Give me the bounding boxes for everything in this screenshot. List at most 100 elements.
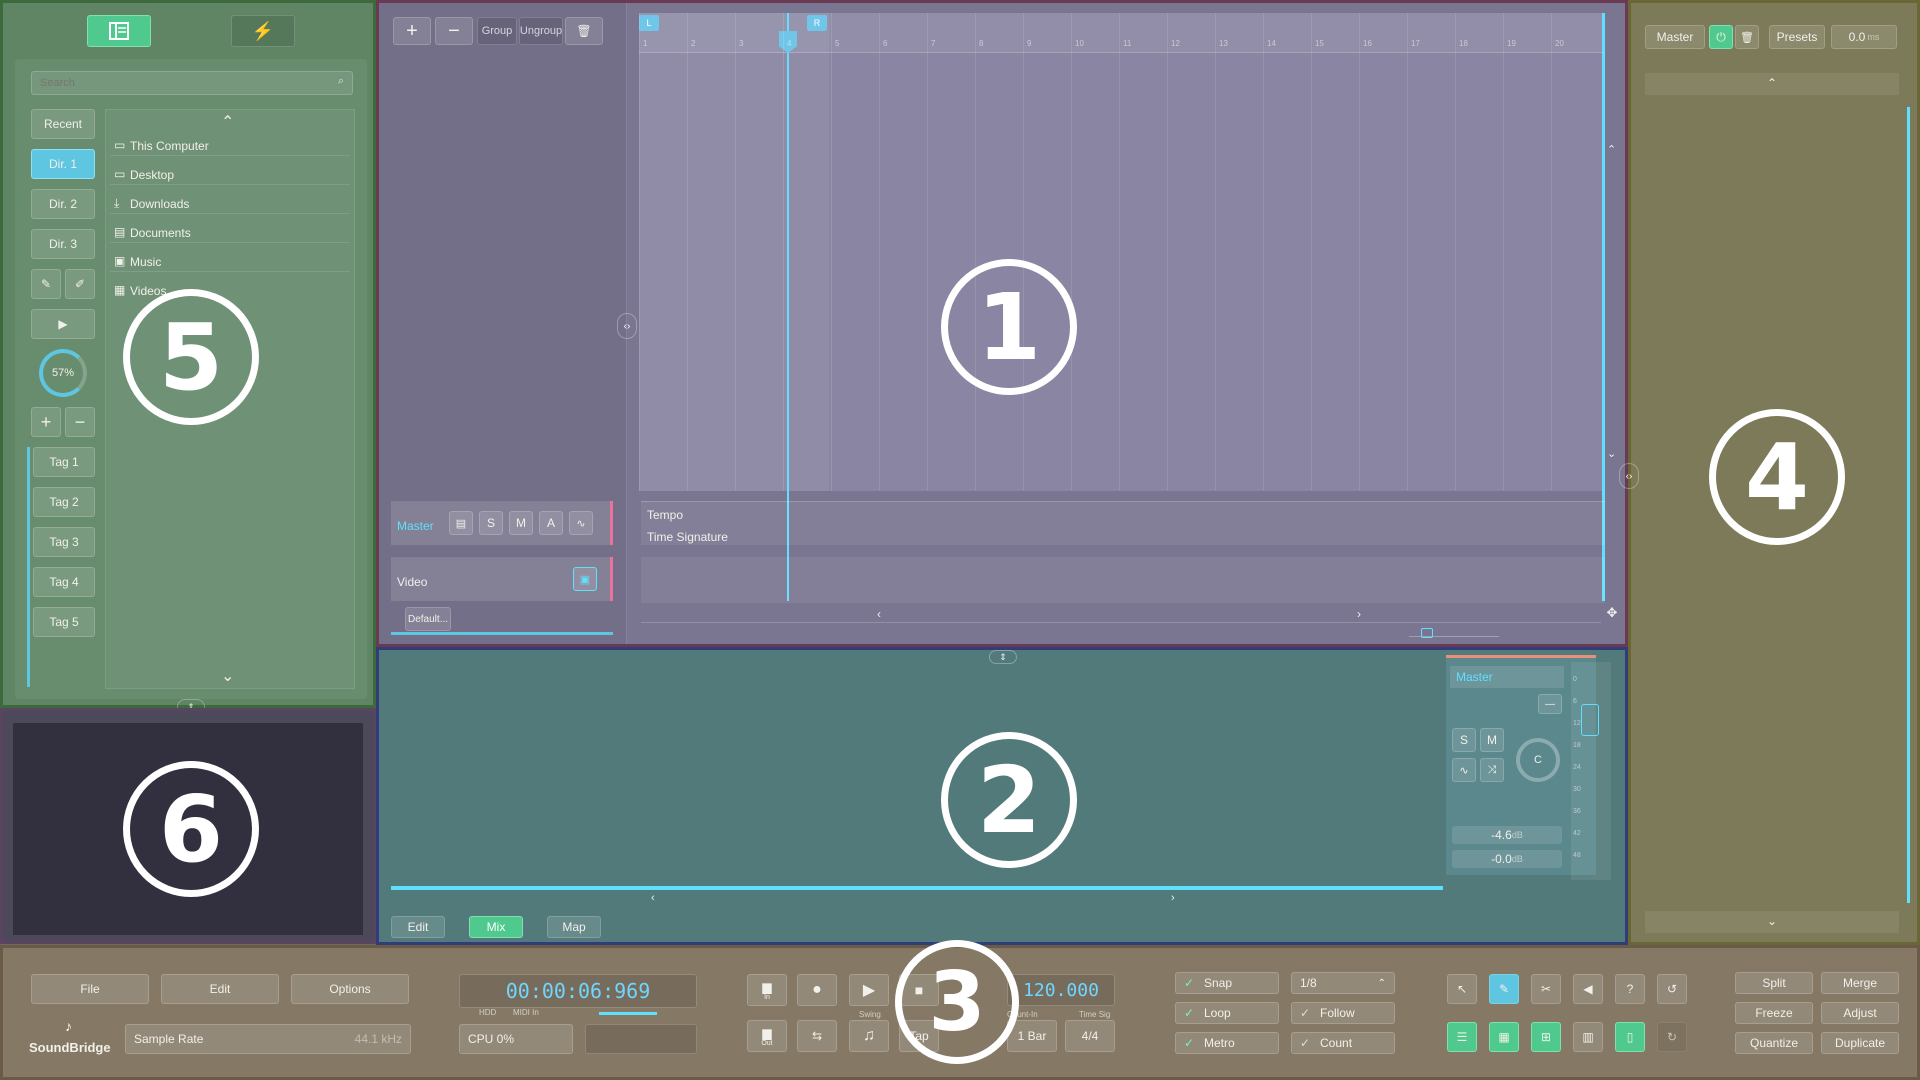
tag-4[interactable]: Tag 4 xyxy=(33,567,95,597)
redo-button[interactable]: ↻ xyxy=(1657,1022,1687,1052)
browser-tab-files[interactable] xyxy=(87,15,151,47)
loop-toggle[interactable]: ✓ Loop xyxy=(1175,1002,1279,1024)
loop-start-marker[interactable]: L xyxy=(639,15,659,31)
output-button[interactable]: ▆ Out xyxy=(747,1020,787,1052)
scroll-right-icon[interactable]: › xyxy=(1357,607,1361,621)
tag-3[interactable]: Tag 3 xyxy=(33,527,95,557)
inspector-scrollbar[interactable] xyxy=(1907,107,1910,903)
power-button[interactable]: ⏻ xyxy=(1709,25,1733,49)
preview-play-button[interactable]: ▶ xyxy=(31,309,95,339)
options-menu[interactable]: Options xyxy=(291,974,409,1004)
zoom-slider[interactable] xyxy=(1409,628,1499,638)
master-track-header[interactable]: Master ▤ S M A ∿ xyxy=(391,501,613,545)
latency-readout[interactable]: 0.0 ms xyxy=(1831,25,1897,49)
time-sig-field[interactable]: 4/4 xyxy=(1065,1020,1115,1052)
mixer-resize-handle[interactable]: ⇕ xyxy=(989,650,1017,664)
tempo-display[interactable]: 120.000 xyxy=(1007,974,1115,1006)
tab-map[interactable]: Map xyxy=(547,916,601,938)
video-button[interactable]: ▣ xyxy=(573,567,597,591)
channel-name-box[interactable]: Master xyxy=(1450,666,1564,688)
pencil-tool[interactable]: ✎ xyxy=(1489,974,1519,1004)
tag-2[interactable]: Tag 2 xyxy=(33,487,95,517)
tab-mix[interactable]: Mix xyxy=(469,916,523,938)
scroll-left-icon[interactable]: ‹ xyxy=(877,607,881,621)
track-edit-button[interactable]: ▤ xyxy=(449,511,473,535)
add-track-button[interactable]: + xyxy=(393,17,431,45)
presets-button[interactable]: Presets xyxy=(1769,25,1825,49)
video-track-header[interactable]: Video ▣ xyxy=(391,557,613,601)
vertical-scrollbar[interactable]: ⌃ xyxy=(1607,143,1621,303)
loop-record-button[interactable]: ⇆ xyxy=(797,1020,837,1052)
volume-fader[interactable]: 0 6 12 18 24 30 36 42 48 xyxy=(1571,662,1611,880)
adjust-button[interactable]: Adjust xyxy=(1821,1002,1899,1024)
mixer-view-button[interactable]: ⊞ xyxy=(1531,1022,1561,1052)
track-list-view-button[interactable]: ☰ xyxy=(1447,1022,1477,1052)
scroll-right-icon[interactable]: › xyxy=(1171,892,1175,904)
location-item[interactable]: ▣ Music xyxy=(110,250,350,272)
pointer-tool[interactable]: ↖ xyxy=(1447,974,1477,1004)
undo-button[interactable]: ↺ xyxy=(1657,974,1687,1004)
scroll-down-icon[interactable]: ⌄ xyxy=(221,666,234,686)
dir3-button[interactable]: Dir. 3 xyxy=(31,229,95,259)
pan-knob[interactable]: C xyxy=(1516,738,1560,782)
search-input[interactable] xyxy=(40,75,320,91)
inspector-scroll-up[interactable]: ⌃ xyxy=(1645,73,1899,95)
time-display[interactable]: 00:00:06:969 xyxy=(459,974,697,1008)
video-lane[interactable] xyxy=(641,557,1605,603)
solo-button[interactable]: S xyxy=(479,511,503,535)
ungroup-button[interactable]: Ungroup xyxy=(519,17,563,45)
sample-rate-field[interactable]: Sample Rate 44.1 kHz xyxy=(125,1024,411,1054)
scroll-up-icon[interactable]: ⌃ xyxy=(221,112,234,132)
inspector-master-selector[interactable]: Master xyxy=(1645,25,1705,49)
tag-1[interactable]: Tag 1 xyxy=(33,447,95,477)
count-toggle[interactable]: ✓ Count xyxy=(1291,1032,1395,1054)
recent-button[interactable]: Recent xyxy=(31,109,95,139)
inspector-resize-handle[interactable]: ‹› xyxy=(1619,463,1639,489)
scroll-left-icon[interactable]: ‹ xyxy=(651,892,655,904)
remove-location-button[interactable]: ✐ xyxy=(65,269,95,299)
file-menu[interactable]: File xyxy=(31,974,149,1004)
location-item[interactable]: ▦ Videos xyxy=(110,279,350,301)
snap-value-select[interactable]: 1/8 ⌃ xyxy=(1291,972,1395,994)
move-icon[interactable]: ✥ xyxy=(1603,605,1621,623)
tag-5[interactable]: Tag 5 xyxy=(33,607,95,637)
pan-readout[interactable]: -0.0 dB xyxy=(1452,850,1562,868)
mute-tool[interactable]: ◀ xyxy=(1573,974,1603,1004)
scissors-tool[interactable]: ✂ xyxy=(1531,974,1561,1004)
mixer-scroll-track[interactable] xyxy=(391,886,1443,890)
dir1-button[interactable]: Dir. 1 xyxy=(31,149,95,179)
horizontal-scrollbar[interactable]: ‹ › xyxy=(641,605,1601,623)
delete-track-button[interactable]: 🗑 xyxy=(565,17,603,45)
mute-button[interactable]: M xyxy=(509,511,533,535)
location-item[interactable]: ▭ This Computer xyxy=(110,134,350,156)
mixer-horizontal-scrollbar[interactable]: ‹ › xyxy=(391,892,1443,906)
zoom-slider-handle[interactable] xyxy=(1421,628,1433,638)
tempo-track[interactable]: Tempo Time Signature xyxy=(641,501,1605,545)
record-button[interactable]: ● xyxy=(797,974,837,1006)
timeline-grid[interactable]: L R 1 2 3 4 5 6 7 8 9 10 11 12 13 14 15 16 17 18 19 20 xyxy=(639,13,1605,601)
inspector-scroll-down[interactable]: ⌄ xyxy=(1645,911,1899,933)
group-button[interactable]: Group xyxy=(477,17,517,45)
remove-tag-button[interactable]: − xyxy=(65,407,95,437)
mixer-mute-button[interactable]: M xyxy=(1480,728,1504,752)
template-tab[interactable]: Default... xyxy=(405,607,451,631)
volume-readout[interactable]: -4.6 dB xyxy=(1452,826,1562,844)
track-list-resize-handle[interactable]: ‹› xyxy=(617,313,637,339)
duplicate-button[interactable]: Duplicate xyxy=(1821,1032,1899,1054)
scroll-up-icon[interactable]: ⌃ xyxy=(1607,143,1616,156)
piano-view-button[interactable]: ▥ xyxy=(1573,1022,1603,1052)
input-monitor-button[interactable]: ▆ In xyxy=(747,974,787,1006)
loop-end-marker[interactable]: R xyxy=(807,15,827,31)
automation-button[interactable]: A xyxy=(539,511,563,535)
envelope-button[interactable]: ∿ xyxy=(569,511,593,535)
quantize-button[interactable]: Quantize xyxy=(1735,1032,1813,1054)
help-button[interactable]: ? xyxy=(1615,974,1645,1004)
follow-toggle[interactable]: ✓ Follow xyxy=(1291,1002,1395,1024)
add-tag-button[interactable]: + xyxy=(31,407,61,437)
tab-edit[interactable]: Edit xyxy=(391,916,445,938)
metro-toggle[interactable]: ✓ Metro xyxy=(1175,1032,1279,1054)
fader-handle[interactable] xyxy=(1581,704,1599,736)
mixer-solo-button[interactable]: S xyxy=(1452,728,1476,752)
merge-button[interactable]: Merge xyxy=(1821,972,1899,994)
edit-menu[interactable]: Edit xyxy=(161,974,279,1004)
